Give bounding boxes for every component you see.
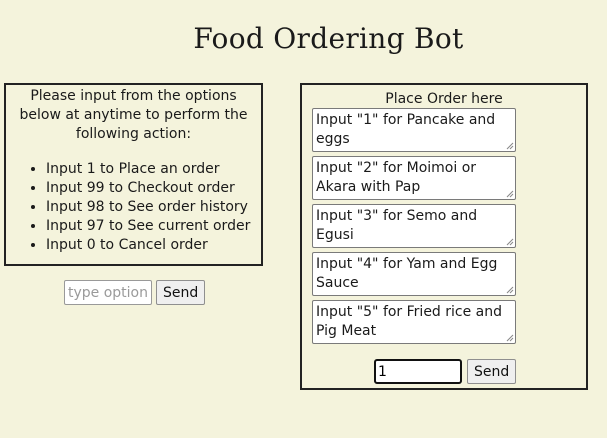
menu-item-text: Input "4" for Yam and Egg Sauce (316, 256, 498, 291)
resize-handle-icon[interactable] (505, 141, 514, 150)
menu-item-text: Input "1" for Pancake and eggs (316, 112, 496, 147)
menu-list: Input "1" for Pancake and eggs Input "2"… (312, 108, 517, 348)
instructions-panel: Please input from the options below at a… (4, 83, 263, 266)
options-list: Input 1 to Place an order Input 99 to Ch… (6, 160, 261, 255)
option-input[interactable] (64, 280, 152, 305)
option-item-order-history: Input 98 to See order history (46, 198, 261, 217)
menu-item-pancake[interactable]: Input "1" for Pancake and eggs (312, 108, 516, 152)
order-send-button[interactable]: Send (467, 359, 517, 384)
option-form: Send (64, 280, 206, 305)
menu-item-text: Input "3" for Semo and Egusi (316, 208, 478, 243)
resize-handle-icon[interactable] (505, 189, 514, 198)
option-item-current-order: Input 97 to See current order (46, 217, 261, 236)
page-title: Food Ordering Bot (193, 22, 464, 55)
order-panel: Place Order here Input "1" for Pancake a… (300, 83, 588, 390)
option-send-button[interactable]: Send (156, 280, 206, 305)
menu-item-text: Input "5" for Fried rice and Pig Meat (316, 304, 503, 339)
menu-item-yam[interactable]: Input "4" for Yam and Egg Sauce (312, 252, 516, 296)
option-item-place-order: Input 1 to Place an order (46, 160, 261, 179)
menu-item-semo[interactable]: Input "3" for Semo and Egusi (312, 204, 516, 248)
order-input[interactable] (374, 359, 462, 384)
menu-item-text: Input "2" for Moimoi or Akara with Pap (316, 160, 477, 195)
menu-item-moimoi[interactable]: Input "2" for Moimoi or Akara with Pap (312, 156, 516, 200)
resize-handle-icon[interactable] (505, 237, 514, 246)
resize-handle-icon[interactable] (505, 333, 514, 342)
order-form: Send (374, 359, 517, 384)
order-panel-title: Place Order here (385, 91, 503, 107)
option-item-checkout: Input 99 to Checkout order (46, 179, 261, 198)
instructions-intro: Please input from the options below at a… (19, 88, 248, 142)
menu-item-fried-rice[interactable]: Input "5" for Fried rice and Pig Meat (312, 300, 516, 344)
option-item-cancel-order: Input 0 to Cancel order (46, 236, 261, 255)
resize-handle-icon[interactable] (505, 285, 514, 294)
